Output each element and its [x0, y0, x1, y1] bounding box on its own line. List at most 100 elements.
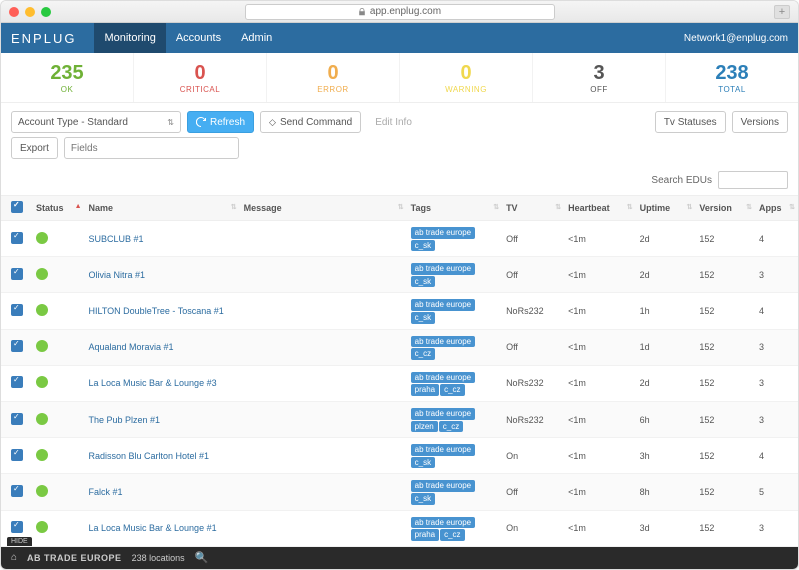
uptime-cell: 2d — [636, 221, 696, 257]
device-name-link[interactable]: La Loca Music Bar & Lounge #1 — [89, 523, 217, 533]
new-tab-button[interactable]: + — [774, 5, 790, 19]
select-all-checkbox[interactable] — [11, 201, 23, 213]
tag[interactable]: c_cz — [440, 384, 464, 396]
tv-statuses-button[interactable]: Tv Statuses — [655, 111, 726, 133]
tag[interactable]: c_sk — [411, 240, 435, 252]
col-header-name[interactable]: Name⇅ — [85, 196, 240, 221]
versions-button[interactable]: Versions — [732, 111, 788, 133]
nav-monitoring[interactable]: Monitoring — [94, 23, 165, 53]
col-header-uptime[interactable]: Uptime⇅ — [636, 196, 696, 221]
device-name-link[interactable]: La Loca Music Bar & Lounge #3 — [89, 378, 217, 388]
row-checkbox[interactable] — [11, 485, 23, 497]
sort-icon: ⇅ — [555, 203, 561, 211]
tag[interactable]: ab trade europe — [411, 372, 476, 384]
col-header-checkbox[interactable] — [1, 196, 32, 221]
status-dot — [36, 449, 48, 461]
stat-warning[interactable]: 0WARNING — [400, 53, 533, 102]
tag[interactable]: ab trade europe — [411, 299, 476, 311]
tag[interactable]: c_sk — [411, 493, 435, 505]
tag[interactable]: praha — [411, 384, 439, 396]
device-name-link[interactable]: Aqualand Moravia #1 — [89, 342, 174, 352]
tv-cell: Off — [502, 221, 564, 257]
row-checkbox[interactable] — [11, 376, 23, 388]
window-minimize-icon[interactable] — [25, 7, 35, 17]
device-name-link[interactable]: Olivia Nitra #1 — [89, 270, 146, 280]
tag[interactable]: ab trade europe — [411, 444, 476, 456]
fields-input[interactable] — [64, 137, 239, 159]
tag[interactable]: ab trade europe — [411, 263, 476, 275]
tag[interactable]: c_cz — [440, 529, 464, 541]
row-checkbox[interactable] — [11, 268, 23, 280]
home-icon[interactable]: ⌂ — [11, 552, 17, 563]
version-cell: 152 — [695, 293, 755, 329]
col-header-tv[interactable]: TV⇅ — [502, 196, 564, 221]
row-checkbox[interactable] — [11, 340, 23, 352]
row-checkbox[interactable] — [11, 304, 23, 316]
tag[interactable]: praha — [411, 529, 439, 541]
footer-bar: HIDE ⌂ AB TRADE EUROPE 238 locations 🔍 — [1, 547, 798, 569]
stat-off[interactable]: 3OFF — [533, 53, 666, 102]
tag[interactable]: ab trade europe — [411, 408, 476, 420]
uptime-cell: 8h — [636, 474, 696, 510]
browser-titlebar: app.enplug.com + — [1, 1, 798, 23]
tv-cell: NoRs232 — [502, 293, 564, 329]
tag[interactable]: c_sk — [411, 276, 435, 288]
status-dot — [36, 521, 48, 533]
row-checkbox[interactable] — [11, 449, 23, 461]
col-header-heartbeat[interactable]: Heartbeat⇅ — [564, 196, 636, 221]
device-name-link[interactable]: The Pub Plzen #1 — [89, 415, 161, 425]
table-row: La Loca Music Bar & Lounge #1 ab trade eu… — [1, 510, 798, 546]
tag[interactable]: c_cz — [411, 348, 435, 360]
export-button[interactable]: Export — [11, 137, 58, 159]
sort-icon: ⇅ — [627, 203, 633, 211]
heartbeat-cell: <1m — [564, 401, 636, 437]
message-cell — [240, 221, 407, 257]
hide-footer-button[interactable]: HIDE — [7, 537, 32, 546]
tag[interactable]: ab trade europe — [411, 517, 476, 529]
nav-admin[interactable]: Admin — [231, 23, 282, 53]
window-close-icon[interactable] — [9, 7, 19, 17]
heartbeat-cell: <1m — [564, 365, 636, 401]
tag[interactable]: c_cz — [439, 421, 463, 433]
device-name-link[interactable]: Falck #1 — [89, 487, 123, 497]
tag[interactable]: plzen — [411, 421, 438, 433]
col-header-apps[interactable]: Apps⇅ — [755, 196, 798, 221]
row-checkbox[interactable] — [11, 232, 23, 244]
tag[interactable]: ab trade europe — [411, 227, 476, 239]
tag[interactable]: ab trade europe — [411, 336, 476, 348]
stat-critical[interactable]: 0CRITICAL — [134, 53, 267, 102]
tv-cell: On — [502, 510, 564, 546]
tag[interactable]: c_sk — [411, 457, 435, 469]
stat-error[interactable]: 0ERROR — [267, 53, 400, 102]
edit-info-button[interactable]: Edit Info — [367, 111, 420, 133]
stat-total[interactable]: 238TOTAL — [666, 53, 798, 102]
brand-logo[interactable]: ENPLUG — [11, 31, 76, 46]
search-edu-input[interactable] — [718, 171, 788, 189]
nav-accounts[interactable]: Accounts — [166, 23, 231, 53]
tags-cell: ab trade europec_sk — [407, 221, 502, 257]
refresh-button[interactable]: Refresh — [187, 111, 254, 133]
url-bar[interactable]: app.enplug.com — [245, 4, 555, 20]
col-header-message[interactable]: Message⇅ — [240, 196, 407, 221]
footer-search-icon[interactable]: 🔍 — [195, 551, 209, 564]
device-name-link[interactable]: HILTON DoubleTree - Toscana #1 — [89, 306, 224, 316]
diamond-icon: ◇ — [269, 117, 276, 128]
row-checkbox[interactable] — [11, 413, 23, 425]
col-header-status[interactable]: Status▲ — [32, 196, 84, 221]
user-email[interactable]: Network1@enplug.com — [684, 33, 788, 44]
heartbeat-cell: <1m — [564, 438, 636, 474]
table-row: Radisson Blu Carlton Hotel #1 ab trade eu… — [1, 438, 798, 474]
tags-cell: ab trade europeprahac_cz — [407, 365, 502, 401]
stat-ok[interactable]: 235OK — [1, 53, 134, 102]
device-name-link[interactable]: SUBCLUB #1 — [89, 234, 144, 244]
account-type-select[interactable]: Account Type - Standard — [11, 111, 181, 133]
tag[interactable]: ab trade europe — [411, 480, 476, 492]
col-header-version[interactable]: Version⇅ — [695, 196, 755, 221]
col-header-tags[interactable]: Tags⇅ — [407, 196, 502, 221]
footer-account[interactable]: AB TRADE EUROPE — [27, 553, 122, 563]
row-checkbox[interactable] — [11, 521, 23, 533]
device-name-link[interactable]: Radisson Blu Carlton Hotel #1 — [89, 451, 210, 461]
tag[interactable]: c_sk — [411, 312, 435, 324]
send-command-button[interactable]: ◇ Send Command — [260, 111, 361, 133]
window-maximize-icon[interactable] — [41, 7, 51, 17]
